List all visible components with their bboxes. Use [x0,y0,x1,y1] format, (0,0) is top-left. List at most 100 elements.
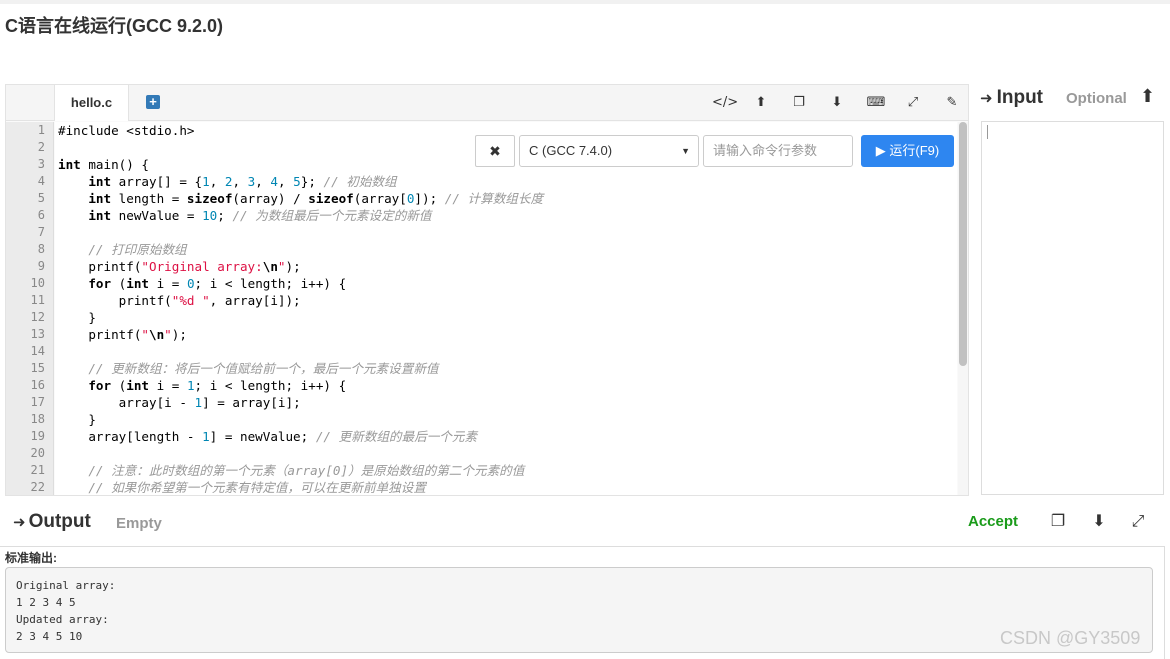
code-line: array[length - 1] = newValue; // 更新数组的最后… [55,428,957,445]
code-token: main() { [80,157,149,172]
line-number: 16 [30,378,45,392]
line-number: 18 [30,412,45,426]
code-token: // 初始数组 [323,174,397,189]
code-token: , array[i]); [209,293,301,308]
code-token: } [58,412,96,427]
code-line: // 更新数组：将后一个值赋给前一个，最后一个元素设置新值 [55,360,957,377]
line-number: 14 [30,344,45,358]
command-args-input[interactable]: 请输入命令行参数 [703,135,853,167]
top-border [0,0,1170,4]
fullscreen-icon[interactable]: ⤢ [902,93,924,113]
code-token: printf( [58,259,142,274]
code-token: #include <stdio.h> [58,123,195,138]
code-token: ] = array[i]; [202,395,301,410]
code-token: array[] = { [111,174,203,189]
code-token: sizeof [186,191,233,206]
code-line: // 如果你希望第一个元素有特定值，可以在更新前单独设置 [55,479,957,495]
line-number: 2 [37,140,45,154]
output-title: ➜ Output [13,510,91,535]
line-number: 5 [37,191,45,205]
editor-tabbar: hello.c + </> ⬆ ❐ ⬇ ⌨ ⤢ ✎ [6,85,968,121]
code-token: printf( [58,327,142,342]
add-file-icon[interactable]: + [146,95,160,109]
code-line: for (int i = 1; i < length; i++) { [55,377,957,394]
code-token: ; i < length; i++) { [194,378,347,393]
code-token: newValue = [111,208,203,223]
code-token: , [209,174,225,189]
stdin-input-box[interactable] [981,121,1164,495]
code-token: 1 [194,395,203,410]
line-number: 8 [37,242,45,256]
line-number: 22 [30,480,45,494]
code-token: " [141,327,149,342]
code-token: \n [262,259,278,274]
code-token: // 更新数组：将后一个值赋给前一个，最后一个元素设置新值 [88,361,439,376]
copy-icon[interactable]: ❐ [1047,511,1069,533]
code-token: 10 [202,208,218,223]
copy-icon[interactable]: ❐ [788,93,810,113]
edit-icon[interactable]: ✎ [941,93,963,113]
code-token: , [232,174,248,189]
stdout-line: Updated array: [16,613,109,626]
line-number: 11 [30,293,45,307]
code-token: , [277,174,294,189]
input-upload-icon[interactable]: ⬆ [1140,86,1155,107]
code-line: int length = sizeof(array) / sizeof(arra… [55,190,957,207]
code-token: 1 [202,429,210,444]
code-token: " [164,327,172,342]
download-icon[interactable]: ⬇ [1088,511,1110,533]
language-select[interactable]: C (GCC 7.4.0) ▼ [519,135,699,167]
code-token: }; [300,174,324,189]
code-line: array[i - 1] = array[i]; [55,394,957,411]
download-icon[interactable]: ⬇ [826,93,848,113]
line-number: 1 [37,123,45,137]
code-line: } [55,309,957,326]
line-number: 17 [30,395,45,409]
code-token: sizeof [308,191,354,206]
line-number: 6 [37,208,45,222]
input-header: ➜ Input Optional ⬆ [980,86,1165,110]
input-optional-label: Optional [1066,90,1127,107]
upload-icon[interactable]: ⬆ [750,93,772,113]
code-token: // 打印原始数组 [88,242,187,257]
code-token: 4 [270,174,278,189]
code-line: printf("\n"); [55,326,957,343]
code-token: 5 [293,174,301,189]
fullscreen-icon[interactable]: ⤢ [1127,511,1149,533]
code-icon[interactable]: </> [712,93,738,113]
line-number: 19 [30,429,45,443]
code-token: ] = newValue; [209,429,316,444]
code-line: } [55,411,957,428]
sign-in-icon: ➜ [13,514,26,531]
code-token: (array) / [232,191,309,206]
code-token: printf( [58,293,172,308]
code-token: int [88,174,112,189]
code-token: length = [111,191,187,206]
code-token: , [255,174,271,189]
code-token: " [277,259,286,274]
code-token: ; [217,208,233,223]
line-number: 3 [37,157,45,171]
editor-scrollbar-thumb[interactable] [959,122,967,366]
text-cursor [987,125,988,139]
clear-button[interactable]: ✖ [475,135,515,167]
keyboard-icon[interactable]: ⌨ [865,93,887,113]
code-token: array[length - [58,429,203,444]
code-token: 1 [202,174,210,189]
code-token: ; i < length; i++) { [194,276,347,291]
output-title-label: Output [28,511,91,532]
code-token: int [58,157,81,172]
code-text-area[interactable]: #include <stdio.h> int main() { int arra… [55,122,957,495]
run-button[interactable]: ▶ 运行(F9) [861,135,954,167]
code-token: ( [111,276,127,291]
tab-hello-c[interactable]: hello.c [54,85,129,121]
code-token: // 更新数组的最后一个元素 [315,429,478,444]
